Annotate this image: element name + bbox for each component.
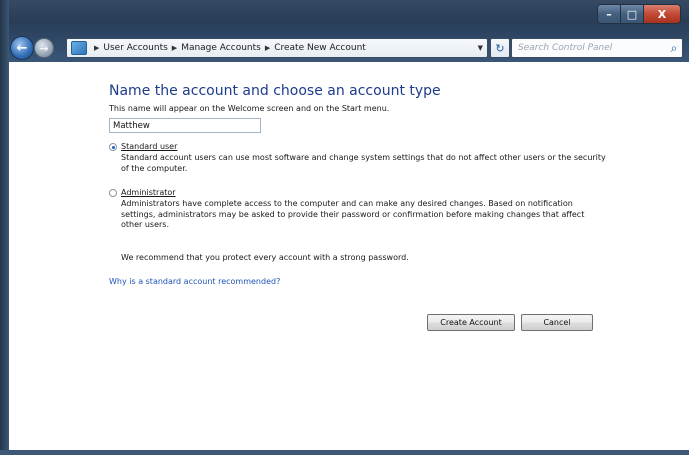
why-standard-account-link[interactable]: Why is a standard account recommended?	[109, 277, 280, 286]
standard-user-label[interactable]: Standard user	[121, 142, 177, 151]
create-account-button[interactable]: Create Account	[427, 314, 515, 331]
address-bar[interactable]: ▶ User Accounts ▶ Manage Accounts ▶ Crea…	[66, 38, 488, 58]
administrator-label[interactable]: Administrator	[121, 188, 176, 197]
close-button[interactable]: X	[644, 5, 680, 23]
breadcrumb-separator-icon: ▶	[94, 44, 100, 52]
cancel-button[interactable]: Cancel	[521, 314, 593, 331]
content-pane: Name the account and choose an account t…	[9, 62, 689, 450]
account-name-input[interactable]	[109, 118, 261, 133]
window-bottom-border	[0, 450, 689, 455]
caption-buttons: – □ X	[597, 4, 681, 24]
search-input[interactable]: Search Control Panel	[512, 43, 666, 53]
breadcrumb-create-new-account[interactable]: Create New Account	[274, 43, 366, 53]
window-title-bar: – □ X ← → ▶ User Accounts ▶ Manage Accou…	[0, 0, 689, 62]
administrator-description: Administrators have complete access to t…	[121, 199, 585, 229]
chevron-down-icon[interactable]: ▼	[478, 44, 483, 52]
forward-arrow-icon: →	[39, 41, 49, 55]
password-recommendation: We recommend that you protect every acco…	[121, 253, 409, 262]
breadcrumb-user-accounts[interactable]: User Accounts	[103, 43, 167, 53]
search-box[interactable]: Search Control Panel ⌕	[511, 38, 683, 58]
standard-user-radio[interactable]	[109, 143, 117, 151]
maximize-button[interactable]: □	[621, 5, 644, 23]
administrator-radio[interactable]	[109, 189, 117, 197]
standard-user-description: Standard account users can use most soft…	[121, 153, 606, 173]
back-button[interactable]: ←	[10, 36, 34, 60]
minimize-button[interactable]: –	[598, 5, 621, 23]
control-panel-icon	[71, 41, 87, 55]
window-left-border	[0, 0, 9, 455]
refresh-button[interactable]: ↻	[490, 38, 510, 58]
page-title: Name the account and choose an account t…	[109, 83, 441, 99]
breadcrumb-separator-icon: ▶	[171, 44, 178, 52]
forward-button[interactable]: →	[34, 38, 54, 58]
refresh-icon: ↻	[495, 41, 505, 55]
back-arrow-icon: ←	[16, 40, 28, 56]
create-account-window: – □ X ← → ▶ User Accounts ▶ Manage Accou…	[0, 0, 689, 455]
search-icon[interactable]: ⌕	[666, 41, 682, 56]
breadcrumb-manage-accounts[interactable]: Manage Accounts	[181, 43, 261, 53]
breadcrumb-separator-icon: ▶	[264, 44, 271, 52]
name-description: This name will appear on the Welcome scr…	[109, 104, 390, 113]
